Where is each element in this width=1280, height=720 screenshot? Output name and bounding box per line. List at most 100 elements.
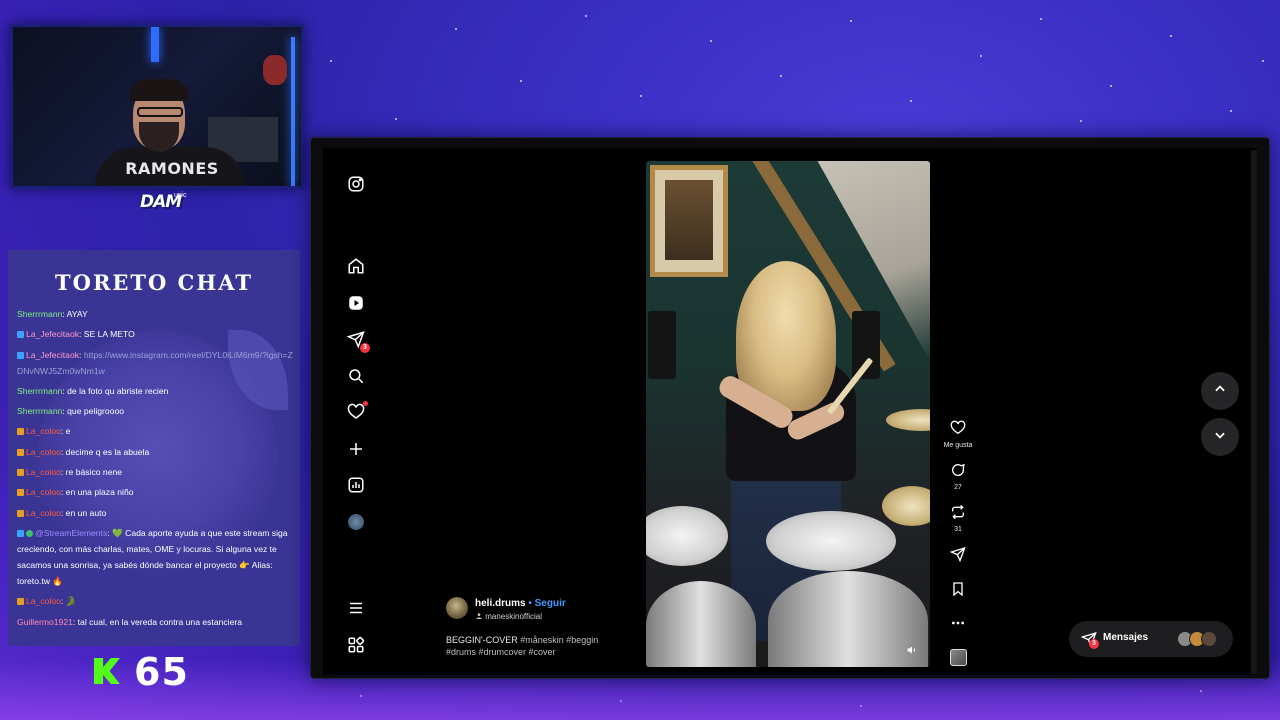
author-username[interactable]: heli.drums (475, 598, 526, 609)
shirt-print: RAMONES (125, 159, 219, 178)
chat-message: La_coloo: en una plaza niño (17, 484, 293, 500)
chat-message: La_coloo: 🐊 (17, 593, 293, 609)
menu-icon[interactable] (347, 599, 365, 617)
grid-icon[interactable] (347, 636, 365, 654)
kick-viewer-counter: 65 (94, 650, 214, 694)
chat-badge-icon (17, 489, 24, 497)
chat-badge-icon (17, 428, 24, 436)
chat-badge-icon (17, 331, 24, 339)
heart-icon[interactable] (347, 401, 368, 421)
author-line: heli.drums • Seguir (475, 598, 566, 609)
chat-username[interactable]: La_coloo (26, 508, 61, 518)
chat-messages: Sherrrmann: AYAY La_Jefecitaok: SE LA MET… (17, 306, 293, 634)
chat-badge-icon (17, 598, 24, 606)
messages-pill[interactable]: 3 Mensajes (1069, 621, 1233, 657)
like-button[interactable]: Me gusta (940, 420, 976, 449)
neon-light (151, 27, 159, 62)
chevron-down-icon (1213, 428, 1227, 447)
logo-subtext: usic (174, 192, 187, 199)
heart-icon (950, 420, 966, 440)
chevron-up-icon (1213, 382, 1227, 401)
search-icon[interactable] (347, 367, 365, 385)
reels-icon[interactable] (347, 294, 365, 312)
more-options-button[interactable] (940, 615, 976, 636)
chat-username[interactable]: Sherrrmann (17, 406, 62, 416)
chat-badge-icon (17, 469, 24, 477)
profile-avatar[interactable] (347, 513, 365, 531)
chat-text: : de la foto qu abriste recien (62, 385, 169, 396)
chat-text: : re básico nene (60, 467, 123, 478)
instagram-reels-page: 3 heli.drums • Seguir maneskinofficial B… (323, 148, 1257, 675)
home-icon[interactable] (347, 257, 365, 275)
chat-username[interactable]: La_Jefecitaok (26, 350, 79, 360)
scrollbar[interactable] (1251, 150, 1257, 674)
chat-text: : decime q es la abuela (60, 446, 150, 457)
video-drum (646, 506, 728, 566)
chat-text: : e (60, 426, 71, 437)
chat-username[interactable]: Guillermo1921 (17, 617, 73, 627)
streamer-glasses (137, 107, 183, 117)
chat-badge-icon (17, 529, 24, 537)
chat-username[interactable]: La_coloo (26, 447, 61, 457)
direct-icon[interactable]: 3 (347, 330, 370, 353)
comment-count: 27 (954, 484, 962, 491)
video-drum-shell (768, 571, 928, 667)
chat-username[interactable]: Sherrrmann (17, 309, 62, 319)
audio-track-button[interactable] (940, 649, 976, 666)
video-wall-picture (650, 165, 728, 277)
chat-username[interactable]: La_Jefecitaok (26, 329, 79, 339)
chat-badge-icon (17, 509, 24, 517)
video-cymbal (882, 486, 930, 526)
save-button[interactable] (940, 581, 976, 602)
streamer-hair (129, 79, 189, 101)
like-label: Me gusta (943, 442, 973, 449)
chat-badge-icon (17, 351, 24, 359)
previous-reel-button[interactable] (1201, 372, 1239, 410)
video-drum (766, 511, 896, 571)
next-reel-button[interactable] (1201, 418, 1239, 456)
chat-message: La_coloo: e (17, 423, 293, 439)
comment-icon (950, 464, 966, 482)
volume-icon[interactable] (906, 643, 918, 655)
chat-username[interactable]: @StreamElements (35, 528, 107, 538)
chat-text: : en una plaza niño (60, 487, 134, 498)
chat-message: Guillermo1921: tal cual, en la vereda co… (17, 614, 293, 630)
verified-badge-icon (26, 529, 33, 537)
video-cymbal (886, 409, 930, 431)
audio-line[interactable]: maneskinofficial (475, 612, 542, 621)
chat-text: : en un auto (60, 507, 107, 518)
chat-message: @StreamElements: 💚 Cada aporte ayuda a q… (17, 525, 293, 589)
audio-author: maneskinofficial (485, 612, 543, 621)
chat-message: Sherrrmann: que peligroooo (17, 403, 293, 419)
repost-count: 31 (954, 526, 962, 533)
chat-title: TORETO CHAT (55, 270, 253, 295)
chat-message: Sherrrmann: AYAY (17, 306, 293, 322)
chat-text: : AYAY (62, 309, 88, 319)
instagram-icon[interactable] (347, 175, 365, 193)
chat-username[interactable]: La_coloo (26, 426, 61, 436)
chat-username[interactable]: La_coloo (26, 467, 61, 477)
chat-username[interactable]: La_coloo (26, 596, 61, 606)
video-speaker (648, 311, 676, 379)
video-drum-shell (646, 581, 756, 667)
comment-button[interactable]: 27 (940, 462, 976, 491)
share-button[interactable] (940, 546, 976, 567)
reel-video[interactable] (646, 161, 930, 667)
neon-light (291, 37, 295, 186)
chart-icon[interactable] (347, 476, 365, 494)
chat-message: Sherrrmann: de la foto qu abriste recien (17, 383, 293, 399)
chat-overlay: TORETO CHAT Sherrrmann: AYAY La_Jefecitao… (8, 250, 300, 646)
chat-message: La_coloo: re básico nene (17, 464, 293, 480)
chat-username[interactable]: Sherrrmann (17, 386, 62, 396)
plus-icon[interactable] (347, 440, 365, 458)
chat-username[interactable]: La_coloo (26, 487, 61, 497)
repost-button[interactable]: 31 (940, 504, 976, 533)
picture-content (665, 180, 713, 260)
chat-message: La_coloo: en un auto (17, 505, 293, 521)
author-avatar[interactable] (446, 597, 468, 619)
bookmark-icon (950, 582, 966, 601)
follow-button[interactable]: Seguir (535, 598, 566, 609)
chat-badge-icon (17, 448, 24, 456)
repost-icon (950, 504, 966, 524)
send-icon (949, 546, 966, 566)
